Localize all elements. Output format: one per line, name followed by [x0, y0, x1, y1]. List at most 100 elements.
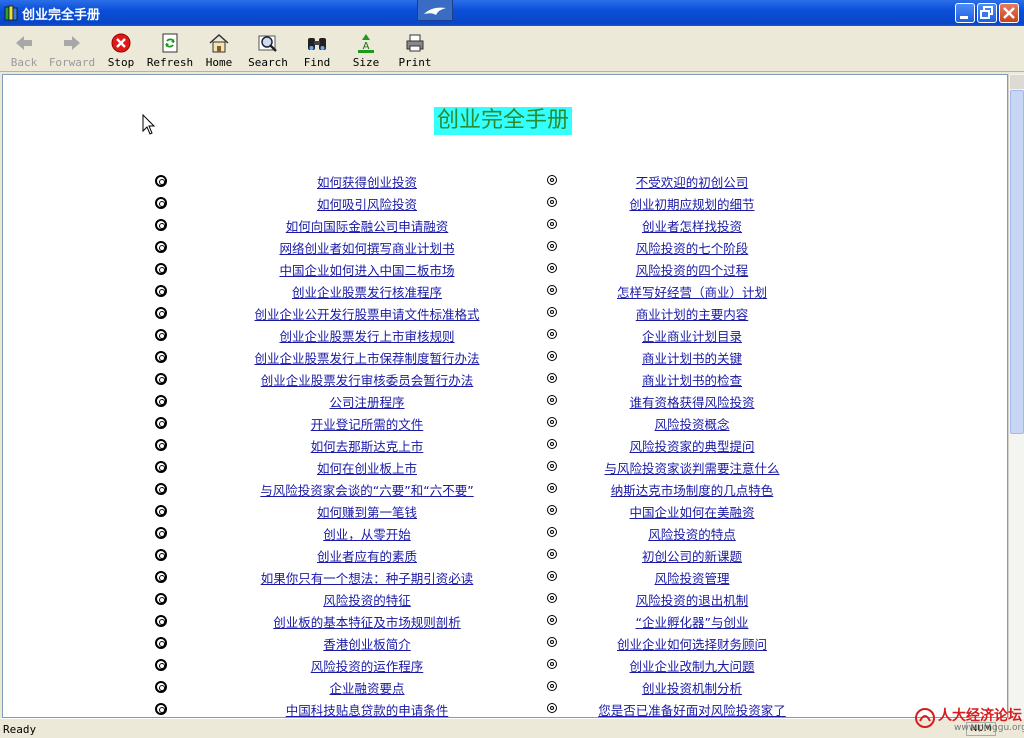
home-label: Home — [205, 56, 233, 69]
bullet-icon — [155, 241, 167, 253]
left-link-item[interactable]: 创业者应有的素质 — [317, 546, 417, 565]
watermark-title: 人大经济论坛 — [938, 708, 1022, 724]
right-link-item[interactable]: 怎样写好经营（商业）计划 — [617, 282, 767, 301]
bullet-icon — [155, 593, 167, 605]
left-link-item[interactable]: 如何吸引风险投资 — [317, 194, 417, 213]
right-link-item[interactable]: 与风险投资家谈判需要注意什么 — [604, 458, 779, 477]
scroll-thumb[interactable] — [1010, 90, 1024, 434]
print-button[interactable]: Print — [391, 28, 439, 70]
left-link-item[interactable]: 风险投资的运作程序 — [311, 656, 424, 675]
mouse-pointer-icon — [142, 114, 156, 135]
left-link-item[interactable]: 开业登记所需的文件 — [311, 414, 424, 433]
bullet-icon — [547, 439, 557, 449]
right-link-item[interactable]: 初创公司的新课题 — [642, 546, 742, 565]
left-link-item[interactable]: 创业企业股票发行上市保荐制度暂行办法 — [254, 348, 479, 367]
bullet-icon — [547, 329, 557, 339]
left-link-item[interactable]: 中国企业如何进入中国二板市场 — [279, 260, 454, 279]
right-link-item[interactable]: 创业投资机制分析 — [642, 678, 742, 697]
right-link-item[interactable]: 您是否已准备好面对风险投资家了 — [598, 700, 786, 717]
stop-icon — [111, 33, 131, 53]
left-link-item[interactable]: 风险投资的特征 — [323, 590, 411, 609]
right-link-item[interactable]: 创业企业如何选择财务顾问 — [617, 634, 767, 653]
right-link-item[interactable]: 创业企业改制九大问题 — [629, 656, 754, 675]
bullet-icon — [547, 395, 557, 405]
right-link-item[interactable]: 风险投资的退出机制 — [636, 590, 749, 609]
bullet-icon — [155, 219, 167, 231]
right-link-item[interactable]: 风险投资家的典型提问 — [629, 436, 754, 455]
status-text: Ready — [3, 723, 37, 736]
right-link-item[interactable]: 风险投资概念 — [654, 414, 729, 433]
bullet-icon — [547, 505, 557, 515]
home-button[interactable]: Home — [195, 28, 243, 70]
right-link-item[interactable]: 中国企业如何在美融资 — [629, 502, 754, 521]
bullet-icon — [547, 351, 557, 361]
left-link-item[interactable]: 创业企业公开发行股票申请文件标准格式 — [254, 304, 479, 323]
left-link-item[interactable]: 与风险投资家会谈的“六要”和“六不要” — [260, 480, 473, 499]
minimize-button[interactable] — [955, 3, 975, 23]
left-link-item[interactable]: 创业企业股票发行审核委员会暂行办法 — [261, 370, 474, 389]
left-link-item[interactable]: 创业，从零开始 — [323, 524, 411, 543]
bullet-icon — [155, 527, 167, 539]
close-button[interactable] — [999, 3, 1019, 23]
left-link-item[interactable]: 如何获得创业投资 — [317, 172, 417, 191]
bullet-icon — [155, 549, 167, 561]
bullet-icon — [547, 703, 557, 713]
left-link-item[interactable]: 网络创业者如何撰写商业计划书 — [279, 238, 454, 257]
bullet-icon — [155, 637, 167, 649]
page-heading: 创业完全手册 — [434, 107, 573, 135]
bullet-icon — [155, 263, 167, 275]
left-link-item[interactable]: 创业板的基本特征及市场规则剖析 — [273, 612, 461, 631]
toolbar: Back Forward Stop Refresh Home Search Fi… — [0, 26, 1024, 72]
bullet-icon — [547, 175, 557, 185]
right-link-item[interactable]: 纳斯达克市场制度的几点特色 — [611, 480, 774, 499]
print-label: Print — [398, 56, 432, 69]
bullet-icon — [155, 615, 167, 627]
right-link-item[interactable]: 风险投资的四个过程 — [636, 260, 749, 279]
right-link-item[interactable]: 创业者怎样找投资 — [642, 216, 742, 235]
size-button[interactable]: A Size — [342, 28, 390, 70]
bullet-icon — [547, 549, 557, 559]
right-link-item[interactable]: 不受欢迎的初创公司 — [636, 172, 749, 191]
left-link-item[interactable]: 创业企业股票发行核准程序 — [292, 282, 442, 301]
title-bar: 创业完全手册 — [0, 0, 1024, 26]
left-link-item[interactable]: 创业企业股票发行上市审核规则 — [279, 326, 454, 345]
stop-button[interactable]: Stop — [97, 28, 145, 70]
back-button[interactable]: Back — [0, 28, 48, 70]
right-link-item[interactable]: 谁有资格获得风险投资 — [629, 392, 754, 411]
right-link-item[interactable]: “企业孵化器”与创业 — [636, 612, 749, 631]
left-link-item[interactable]: 企业融资要点 — [329, 678, 404, 697]
left-link-item[interactable]: 如果你只有一个想法：种子期引资必读 — [261, 568, 474, 587]
left-link-item[interactable]: 香港创业板简介 — [323, 634, 411, 653]
right-link-item[interactable]: 风险投资的特点 — [648, 524, 736, 543]
bullet-icon — [547, 571, 557, 581]
content-area[interactable]: 创业完全手册 如何获得创业投资 如何吸引风险投资如何向国际金融公司申请融资 网络创业… — [2, 74, 1008, 718]
restore-button[interactable] — [977, 3, 997, 23]
left-link-item[interactable]: 如何向国际金融公司申请融资 — [286, 216, 449, 235]
find-button[interactable]: Find — [293, 28, 341, 70]
scroll-up-arrow[interactable] — [1010, 75, 1024, 89]
right-link-item[interactable]: 创业初期应规划的细节 — [629, 194, 754, 213]
back-label: Back — [10, 56, 38, 69]
right-link-item[interactable]: 商业计划书的关键 — [642, 348, 742, 367]
right-link-item[interactable]: 企业商业计划目录 — [642, 326, 742, 345]
left-link-item[interactable]: 公司注册程序 — [329, 392, 404, 411]
vertical-scrollbar[interactable] — [1008, 74, 1024, 718]
left-link-item[interactable]: 如何赚到第一笔钱 — [317, 502, 417, 521]
right-link-item[interactable]: 商业计划的主要内容 — [636, 304, 749, 323]
refresh-button[interactable]: Refresh — [146, 28, 194, 70]
right-link-item[interactable]: 商业计划书的检查 — [642, 370, 742, 389]
left-link-item[interactable]: 中国科技贴息贷款的申请条件 — [286, 700, 449, 717]
bullet-icon — [155, 571, 167, 583]
bullet-icon — [155, 505, 167, 517]
forward-button[interactable]: Forward — [48, 28, 96, 70]
search-button[interactable]: Search — [244, 28, 292, 70]
bullet-icon — [155, 659, 167, 671]
bullet-icon — [155, 351, 167, 363]
right-link-item[interactable]: 风险投资的七个阶段 — [636, 238, 749, 257]
bullet-icon — [547, 307, 557, 317]
left-link-item[interactable]: 如何在创业板上市 — [317, 458, 417, 477]
back-arrow-icon — [16, 36, 32, 50]
right-link-item[interactable]: 风险投资管理 — [654, 568, 729, 587]
forward-arrow-icon — [64, 36, 80, 50]
left-link-item[interactable]: 如何去那斯达克上市 — [311, 436, 424, 455]
